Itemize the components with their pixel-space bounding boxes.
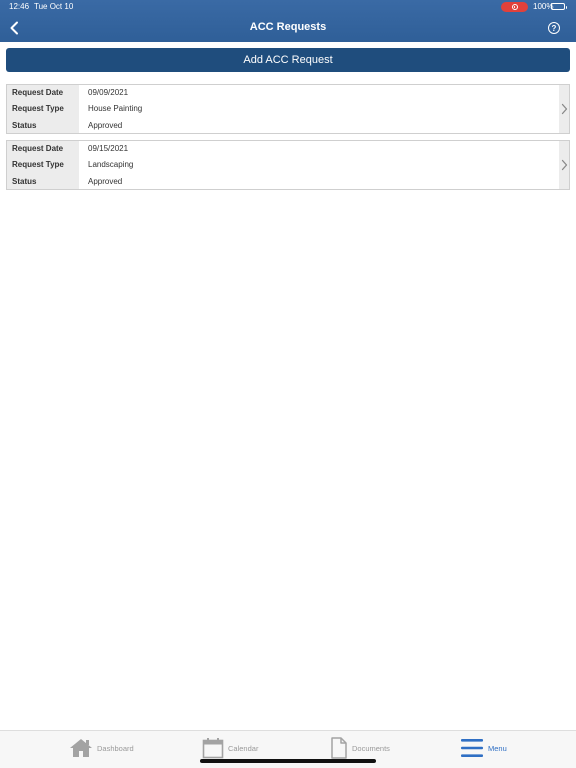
home-icon	[70, 739, 92, 757]
status-date: Tue Oct 10	[34, 2, 74, 11]
request-type-value: House Painting	[88, 104, 143, 113]
request-disclosure[interactable]	[559, 85, 569, 133]
tab-label: Calendar	[228, 743, 259, 753]
add-acc-request-button[interactable]: Add ACC Request	[6, 48, 570, 72]
tab-label: Menu	[488, 743, 507, 753]
document-icon	[331, 737, 347, 759]
battery-icon	[551, 3, 567, 10]
status-value: Approved	[88, 177, 123, 186]
screen-recording-icon	[501, 2, 528, 12]
request-labels: Request Date Request Type Status	[7, 141, 79, 189]
calendar-icon	[202, 738, 224, 759]
request-date-label: Request Date	[12, 88, 64, 97]
request-disclosure[interactable]	[559, 141, 569, 189]
app-header: 12:46 Tue Oct 10 100% ACC Requests ?	[0, 0, 576, 42]
request-type-label: Request Type	[12, 104, 64, 113]
help-button[interactable]: ?	[548, 22, 560, 34]
status-label: Status	[12, 177, 37, 186]
status-label: Status	[12, 121, 37, 130]
tab-label: Documents	[352, 743, 390, 753]
tab-dashboard[interactable]: Dashboard	[69, 735, 134, 761]
request-type-label: Request Type	[12, 160, 64, 169]
request-values: 09/09/2021 House Painting Approved	[79, 85, 559, 133]
question-circle-icon: ?	[551, 23, 557, 33]
status-bar: 12:46 Tue Oct 10 100%	[0, 0, 576, 14]
chevron-right-icon	[561, 159, 567, 171]
request-values: 09/15/2021 Landscaping Approved	[79, 141, 559, 189]
page-title: ACC Requests	[249, 21, 327, 33]
request-date-label: Request Date	[12, 144, 64, 153]
request-card[interactable]: Request Date Request Type Status 09/15/2…	[6, 140, 570, 190]
status-value: Approved	[88, 121, 123, 130]
chevron-right-icon	[561, 103, 567, 115]
request-card[interactable]: Request Date Request Type Status 09/09/2…	[6, 84, 570, 134]
tab-documents[interactable]: Documents	[330, 735, 390, 761]
tab-label: Dashboard	[97, 743, 134, 753]
tab-menu[interactable]: Menu	[460, 735, 507, 761]
request-labels: Request Date Request Type Status	[7, 85, 79, 133]
navigation-bar: ACC Requests ?	[0, 14, 576, 42]
request-date-value: 09/09/2021	[88, 88, 129, 97]
home-indicator[interactable]	[200, 759, 376, 763]
menu-icon	[461, 739, 483, 757]
tab-calendar[interactable]: Calendar	[202, 735, 258, 761]
request-date-value: 09/15/2021	[88, 144, 129, 153]
status-time: 12:46	[9, 2, 30, 11]
request-type-value: Landscaping	[88, 160, 134, 169]
